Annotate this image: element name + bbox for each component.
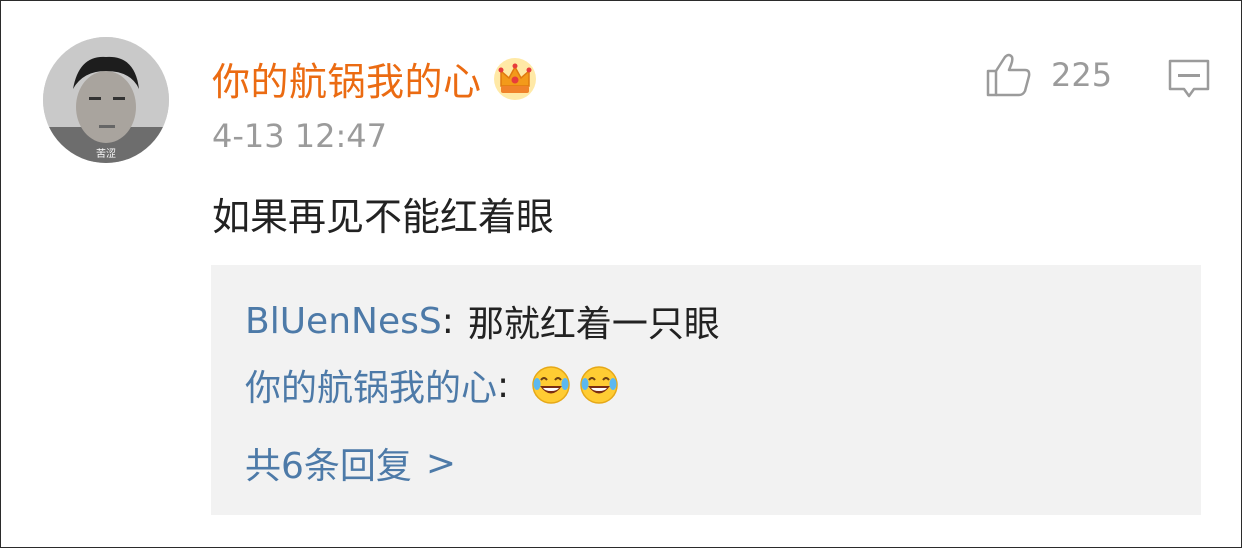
reply-item[interactable]: 你的航锅我的心 :	[245, 359, 619, 411]
reply-item[interactable]: BlUenNesS : 那就红着一只眼	[245, 295, 720, 347]
comment-timestamp: 4-13 12:47	[212, 117, 388, 155]
like-button[interactable]: 225	[985, 53, 1112, 97]
comment-icon	[1168, 59, 1210, 98]
more-replies-label: 共6条回复	[245, 446, 412, 487]
laugh-cry-emoji-icon	[580, 366, 618, 404]
reply-text: 那就红着一只眼	[467, 304, 720, 345]
reply-separator: :	[497, 364, 510, 406]
reply-username[interactable]: BlUenNesS	[245, 301, 442, 342]
username-text: 你的航锅我的心	[212, 60, 482, 104]
avatar-caption: 苦涩	[96, 147, 116, 160]
like-count: 225	[1051, 56, 1113, 94]
replies-panel[interactable]: BlUenNesS : 那就红着一只眼 你的航锅我的心 : 共6条回复 >	[211, 265, 1201, 515]
crown-icon	[493, 57, 536, 100]
comment-body: 如果再见不能红着眼	[212, 195, 555, 239]
avatar-image: 苦涩	[43, 37, 169, 163]
reply-username[interactable]: 你的航锅我的心	[245, 359, 497, 411]
laugh-cry-emoji-icon	[532, 366, 570, 404]
more-replies-link[interactable]: 共6条回复 >	[245, 437, 456, 489]
comment-username[interactable]: 你的航锅我的心	[212, 51, 538, 106]
chevron-right-icon: >	[425, 442, 457, 484]
reply-button[interactable]	[1167, 58, 1211, 104]
thumbs-up-icon	[986, 53, 1031, 97]
reply-separator: :	[441, 300, 454, 342]
avatar[interactable]: 苦涩	[43, 37, 169, 163]
comment-card: 苦涩 你的航锅我的心 4-13 12:47 225 如果再见不能红着眼 BlUe…	[0, 0, 1242, 548]
